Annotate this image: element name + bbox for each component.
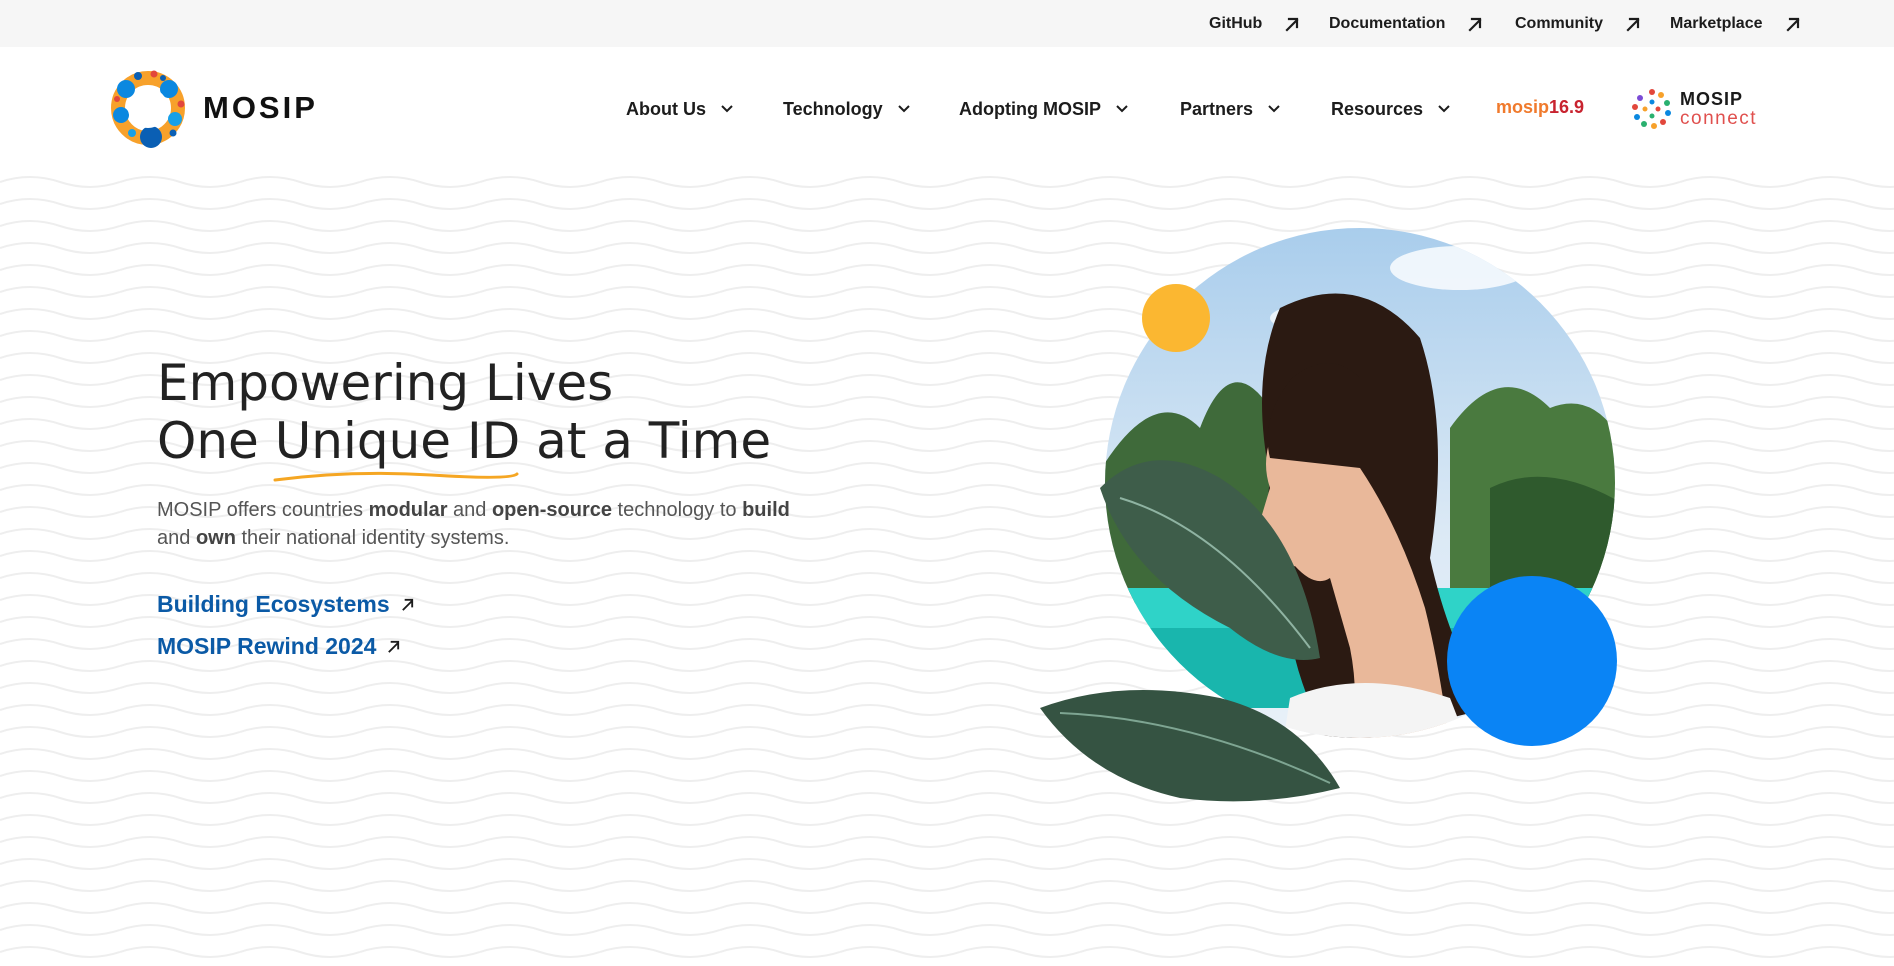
- hero-title-prefix: One: [157, 412, 275, 470]
- connect-logo-line1: MOSIP: [1680, 89, 1744, 109]
- marketplace-link[interactable]: Marketplace: [1670, 13, 1801, 35]
- github-link[interactable]: GitHub: [1209, 13, 1300, 35]
- hero-title-line2: One Unique ID at a Time: [157, 412, 772, 482]
- mosip-rewind-label: MOSIP Rewind 2024: [157, 633, 377, 659]
- highlight-underline-icon: [273, 471, 519, 482]
- nav-partners[interactable]: Partners: [1180, 97, 1281, 121]
- hero-title-highlight: Unique ID: [273, 412, 521, 482]
- external-arrow-icon: [388, 640, 400, 653]
- hero-description: MOSIP offers countries modular and open-…: [157, 496, 877, 552]
- hero-section: Empowering Lives One Unique ID at a Time…: [0, 171, 1894, 966]
- nav-resources-label: Resources: [1331, 98, 1424, 119]
- community-link[interactable]: Community: [1515, 13, 1641, 35]
- mosip-version-link[interactable]: mosip16.9: [1496, 97, 1584, 118]
- connect-logo-line2: connect: [1680, 108, 1758, 129]
- desc-text-4: and: [157, 527, 196, 549]
- chevron-down-icon: [721, 105, 733, 113]
- nav-about-us[interactable]: About Us: [626, 97, 734, 121]
- external-arrow-icon: [1468, 17, 1483, 32]
- hero-title-line1: Empowering Lives: [157, 354, 614, 412]
- dots-cluster-icon: [1632, 89, 1671, 129]
- mosip-rewind-link[interactable]: MOSIP Rewind 2024: [157, 633, 401, 660]
- nav-adopting-mosip-label: Adopting MOSIP: [959, 98, 1101, 119]
- nav-adopting-mosip[interactable]: Adopting MOSIP: [959, 97, 1129, 121]
- building-ecosystems-label: Building Ecosystems: [157, 591, 390, 617]
- desc-bold-own: own: [195, 527, 236, 549]
- logo-text: MOSIP: [203, 90, 318, 125]
- desc-text-3: technology to: [612, 499, 743, 521]
- main-header: MOSIP About Us Technology Adopting MOSIP…: [0, 47, 1894, 171]
- external-arrow-icon: [401, 598, 413, 611]
- chevron-down-icon: [1116, 105, 1128, 113]
- chevron-down-icon: [1438, 105, 1450, 113]
- version-number: 16.9: [1549, 97, 1585, 117]
- nav-resources[interactable]: Resources: [1331, 97, 1451, 121]
- yellow-circle-decoration: [1142, 284, 1210, 352]
- utility-bar: GitHub Documentation Community Marketpla…: [0, 0, 1894, 47]
- mosip-logo[interactable]: MOSIP: [107, 67, 318, 149]
- chevron-down-icon: [1268, 105, 1280, 113]
- chevron-down-icon: [897, 105, 910, 113]
- external-arrow-icon: [1285, 17, 1299, 32]
- nav-technology[interactable]: Technology: [783, 97, 911, 121]
- documentation-link-label: Documentation: [1329, 15, 1446, 32]
- hero-title-highlight-text: Unique ID: [274, 412, 521, 470]
- hero-title: Empowering Lives One Unique ID at a Time: [157, 354, 772, 482]
- hero-illustration: [1040, 228, 1617, 802]
- community-link-label: Community: [1515, 15, 1603, 32]
- marketplace-link-label: Marketplace: [1670, 15, 1763, 32]
- desc-text-2: and: [447, 499, 492, 521]
- building-ecosystems-link[interactable]: Building Ecosystems: [157, 591, 415, 618]
- connect-logo-text: MOSIP connect: [1680, 90, 1757, 128]
- hero-title-suffix: at a Time: [520, 412, 772, 470]
- version-name: mosip: [1496, 97, 1550, 117]
- desc-bold-modular: modular: [368, 499, 448, 521]
- github-link-label: GitHub: [1209, 15, 1263, 32]
- external-arrow-icon: [1785, 17, 1800, 32]
- nav-partners-label: Partners: [1180, 98, 1254, 119]
- desc-bold-build: build: [742, 499, 790, 521]
- documentation-link[interactable]: Documentation: [1329, 13, 1483, 35]
- desc-text-5: their national identity systems.: [235, 527, 510, 549]
- external-arrow-icon: [1626, 17, 1640, 32]
- blue-circle-decoration: [1447, 576, 1617, 746]
- desc-bold-open-source: open-source: [491, 499, 612, 521]
- mosip-logo-icon: [111, 70, 185, 148]
- nav-about-us-label: About Us: [626, 98, 706, 119]
- nav-technology-label: Technology: [783, 98, 883, 119]
- desc-text-1: MOSIP offers countries: [157, 499, 369, 521]
- mosip-connect-logo[interactable]: MOSIP connect: [1630, 87, 1757, 131]
